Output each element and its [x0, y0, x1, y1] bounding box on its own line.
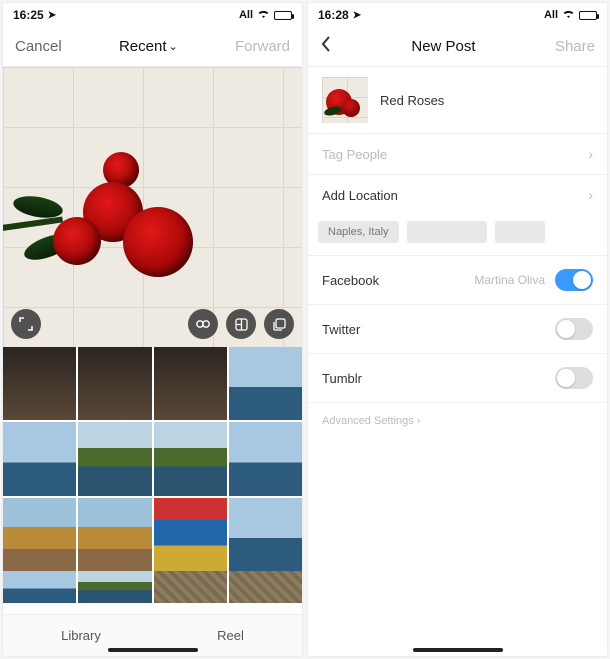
back-button[interactable] — [320, 35, 332, 59]
home-indicator — [413, 648, 503, 652]
facebook-label: Facebook — [322, 273, 379, 288]
share-facebook-row: Facebook Martina Oliva — [308, 256, 607, 305]
tab-reel[interactable]: Reel — [217, 628, 244, 643]
grid-thumb[interactable] — [154, 571, 227, 603]
selected-photo-preview[interactable] — [3, 67, 302, 347]
advanced-settings-link[interactable]: Advanced Settings › — [308, 403, 607, 439]
chevron-right-icon: › — [588, 187, 593, 203]
album-title: Recent — [119, 38, 167, 55]
grid-thumb[interactable] — [229, 422, 302, 495]
wifi-icon — [562, 9, 575, 22]
tag-people-label: Tag People — [322, 147, 387, 162]
grid-thumb[interactable] — [3, 422, 76, 495]
expand-icon[interactable] — [11, 309, 41, 339]
album-selector[interactable]: Recent ⌄ — [119, 38, 178, 55]
location-arrow-icon: ➤ — [48, 10, 56, 21]
grid-thumb[interactable] — [229, 498, 302, 571]
grid-thumb[interactable] — [3, 571, 76, 603]
grid-thumb[interactable] — [3, 498, 76, 571]
page-title: New Post — [411, 38, 475, 55]
facebook-toggle[interactable] — [555, 269, 593, 291]
newpost-navbar: New Post Share — [308, 27, 607, 67]
caption-input[interactable]: Red Roses — [380, 93, 444, 108]
boomerang-icon[interactable] — [188, 309, 218, 339]
carrier-label: All — [544, 9, 558, 21]
picker-screen: 16:25 ➤ All Cancel Recent ⌄ Forward — [3, 3, 302, 656]
photo-grid — [3, 347, 302, 571]
clock: 16:28 — [318, 8, 349, 22]
photo-grid-partial — [3, 571, 302, 603]
grid-thumb[interactable] — [78, 571, 151, 603]
wifi-icon — [257, 9, 270, 22]
battery-icon — [274, 11, 292, 20]
share-button[interactable]: Share — [555, 38, 595, 55]
home-indicator — [108, 648, 198, 652]
location-chip[interactable]: placeholder — [407, 221, 487, 243]
share-twitter-row: Twitter — [308, 305, 607, 354]
tumblr-toggle[interactable] — [555, 367, 593, 389]
rose-photo — [3, 127, 223, 327]
tab-library[interactable]: Library — [61, 628, 101, 643]
post-thumbnail[interactable] — [322, 77, 368, 123]
share-tumblr-row: Tumblr — [308, 354, 607, 403]
facebook-account: Martina Oliva — [474, 273, 545, 287]
location-chip[interactable]: ph — [495, 221, 545, 243]
picker-navbar: Cancel Recent ⌄ Forward — [3, 27, 302, 67]
clock: 16:25 — [13, 8, 44, 22]
grid-thumb[interactable] — [229, 347, 302, 420]
cancel-button[interactable]: Cancel — [15, 38, 62, 55]
tumblr-label: Tumblr — [322, 371, 362, 386]
add-location-label: Add Location — [322, 188, 398, 203]
chevron-down-icon: ⌄ — [169, 40, 178, 53]
compose-area: Red Roses — [308, 67, 607, 133]
grid-thumb[interactable] — [78, 422, 151, 495]
location-suggestions: Naples, Italy placeholder ph — [308, 215, 607, 256]
new-post-screen: 16:28 ➤ All New Post Share Red Roses — [308, 3, 607, 656]
add-location-row[interactable]: Add Location › — [308, 174, 607, 215]
location-arrow-icon: ➤ — [353, 10, 361, 21]
twitter-toggle[interactable] — [555, 318, 593, 340]
grid-thumb[interactable] — [154, 422, 227, 495]
chevron-right-icon: › — [588, 146, 593, 162]
grid-thumb[interactable] — [3, 347, 76, 420]
layout-icon[interactable] — [226, 309, 256, 339]
status-bar: 16:28 ➤ All — [308, 3, 607, 27]
bottom-tabs: Library Reel — [3, 614, 302, 656]
location-chip[interactable]: Naples, Italy — [318, 221, 399, 243]
twitter-label: Twitter — [322, 322, 360, 337]
grid-thumb[interactable] — [229, 571, 302, 603]
carrier-label: All — [239, 9, 253, 21]
multi-select-icon[interactable] — [264, 309, 294, 339]
tag-people-row[interactable]: Tag People › — [308, 133, 607, 174]
grid-thumb[interactable] — [154, 498, 227, 571]
battery-icon — [579, 11, 597, 20]
grid-thumb[interactable] — [78, 498, 151, 571]
grid-thumb[interactable] — [78, 347, 151, 420]
grid-thumb[interactable] — [154, 347, 227, 420]
forward-button[interactable]: Forward — [235, 38, 290, 55]
status-bar: 16:25 ➤ All — [3, 3, 302, 27]
